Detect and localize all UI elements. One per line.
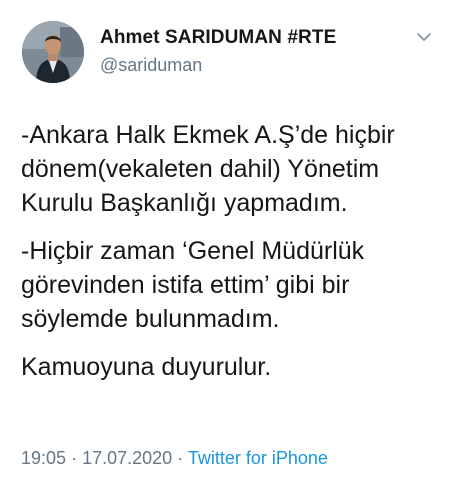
avatar-photo [22,21,84,83]
tweet-text: -Ankara Halk Ekmek A.Ş’de hiçbir dönem(v… [21,118,441,398]
tweet-date[interactable]: 17.07.2020 [82,448,172,468]
tweet-card: Ahmet SARIDUMAN #RTE @sariduman -Ankara … [0,0,450,492]
meta-separator: · [71,448,78,468]
author-name[interactable]: Ahmet SARIDUMAN #RTE [100,27,336,49]
tweet-paragraph: Kamuoyuna duyurulur. [21,353,272,381]
tweet-paragraph: -Hiçbir zaman ‘Genel Müdürlük görevinden… [21,237,365,333]
tweet-paragraph: -Ankara Halk Ekmek A.Ş’de hiçbir dönem(v… [21,121,395,217]
tweet-source-link[interactable]: Twitter for iPhone [188,448,328,468]
meta-separator: · [177,448,184,468]
author-handle[interactable]: @sariduman [100,55,202,76]
chevron-down-icon[interactable] [414,30,434,44]
tweet-time[interactable]: 19:05 [21,448,66,468]
avatar[interactable] [22,21,84,83]
tweet-meta: 19:05 · 17.07.2020 · Twitter for iPhone [21,448,328,469]
